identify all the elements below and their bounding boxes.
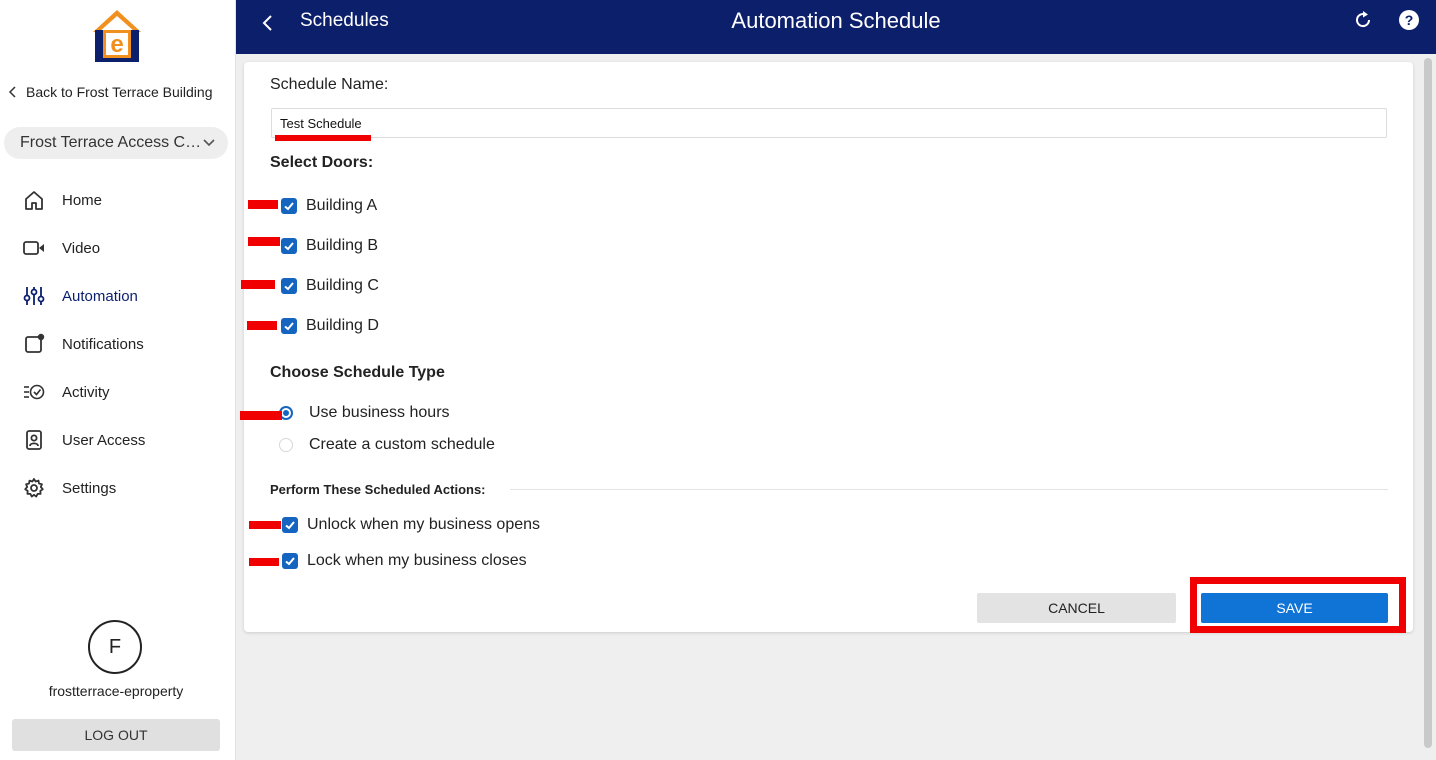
site-select[interactable]: Frost Terrace Access Control (4, 127, 228, 159)
annotation-underline (275, 135, 371, 141)
svg-text:e: e (110, 31, 123, 58)
nav-label: Automation (62, 287, 138, 305)
nav-label: Notifications (62, 335, 144, 353)
checkbox-checked-icon[interactable] (281, 278, 297, 294)
gear-icon (22, 476, 46, 500)
door-label: Building A (306, 197, 378, 214)
radio-label: Create a custom schedule (309, 436, 495, 453)
checkbox-checked-icon[interactable] (282, 517, 298, 533)
page-title: Automation Schedule (731, 8, 941, 33)
top-header: Schedules Automation Schedule ? (236, 0, 1436, 54)
door-checkbox-building-c[interactable]: Building C (281, 277, 379, 295)
radio-unselected-icon[interactable] (279, 438, 293, 452)
app-logo: e (93, 10, 141, 62)
checkbox-checked-icon[interactable] (281, 238, 297, 254)
door-label: Building B (306, 237, 379, 254)
door-checkbox-building-a[interactable]: Building A (281, 197, 377, 215)
annotation-mark (249, 521, 281, 529)
annotation-mark (248, 200, 278, 209)
door-label: Building C (306, 277, 379, 294)
scrollbar[interactable] (1424, 58, 1432, 748)
nav-item-video[interactable]: Video (22, 236, 100, 260)
username: frostterrace-eproperty (48, 683, 184, 699)
action-label: Lock when my business closes (307, 552, 527, 569)
scheduled-actions-label: Perform These Scheduled Actions: (270, 482, 486, 497)
back-link-label: Back to Frost Terrace Building (26, 84, 213, 100)
radio-custom-schedule[interactable]: Create a custom schedule (279, 436, 495, 454)
annotation-mark (241, 280, 275, 289)
nav-label: Settings (62, 479, 117, 497)
nav-item-home[interactable]: Home (22, 188, 102, 212)
notifications-icon (22, 332, 46, 356)
activity-icon (22, 380, 46, 404)
schedule-form-card: Schedule Name: Select Doors: Building A … (244, 62, 1413, 632)
radio-business-hours[interactable]: Use business hours (279, 404, 450, 422)
cancel-button[interactable]: CANCEL (977, 593, 1176, 623)
schedule-name-input[interactable] (271, 108, 1387, 138)
action-label: Unlock when my business opens (307, 516, 541, 533)
checkbox-checked-icon[interactable] (281, 318, 297, 334)
checkbox-checked-icon[interactable] (282, 553, 298, 569)
refresh-icon[interactable] (1352, 9, 1374, 31)
nav-label: Home (62, 191, 103, 209)
svg-text:?: ? (1405, 12, 1414, 28)
annotation-mark (249, 558, 279, 566)
nav-label: User Access (62, 431, 146, 449)
action-checkbox-lock[interactable]: Lock when my business closes (282, 552, 527, 570)
action-checkbox-unlock[interactable]: Unlock when my business opens (282, 516, 540, 534)
schedule-type-label: Choose Schedule Type (270, 364, 445, 381)
nav-item-user-access[interactable]: User Access (22, 428, 145, 452)
annotation-mark (247, 321, 277, 330)
annotation-mark (248, 237, 280, 246)
door-checkbox-building-d[interactable]: Building D (281, 317, 379, 335)
chevron-down-icon (203, 139, 215, 147)
help-icon[interactable]: ? (1398, 9, 1420, 31)
section-divider (510, 489, 1388, 490)
chevron-left-icon (8, 86, 16, 98)
automation-icon (22, 284, 46, 308)
sidebar: e Back to Frost Terrace Building Frost T… (0, 0, 236, 760)
schedule-name-label: Schedule Name: (270, 76, 389, 93)
radio-label: Use business hours (309, 404, 450, 421)
checkbox-checked-icon[interactable] (281, 198, 297, 214)
home-icon (22, 188, 46, 212)
nav-item-activity[interactable]: Activity (22, 380, 110, 404)
user-access-icon (22, 428, 46, 452)
nav-item-automation[interactable]: Automation (22, 284, 138, 308)
door-checkbox-building-b[interactable]: Building B (281, 237, 378, 255)
annotation-highlight-box (1190, 577, 1406, 633)
video-icon (22, 236, 46, 260)
avatar[interactable]: F (88, 620, 142, 674)
avatar-initial: F (108, 635, 122, 658)
nav-label: Video (62, 239, 101, 257)
nav-item-notifications[interactable]: Notifications (22, 332, 144, 356)
back-to-building-link[interactable]: Back to Frost Terrace Building (8, 84, 228, 100)
select-doors-label: Select Doors: (270, 154, 374, 171)
door-label: Building D (306, 317, 379, 334)
nav-item-settings[interactable]: Settings (22, 476, 116, 500)
nav-label: Activity (62, 383, 110, 401)
site-select-value: Frost Terrace Access Control (20, 134, 202, 151)
logout-button[interactable]: LOG OUT (12, 719, 220, 751)
annotation-mark (240, 411, 282, 420)
